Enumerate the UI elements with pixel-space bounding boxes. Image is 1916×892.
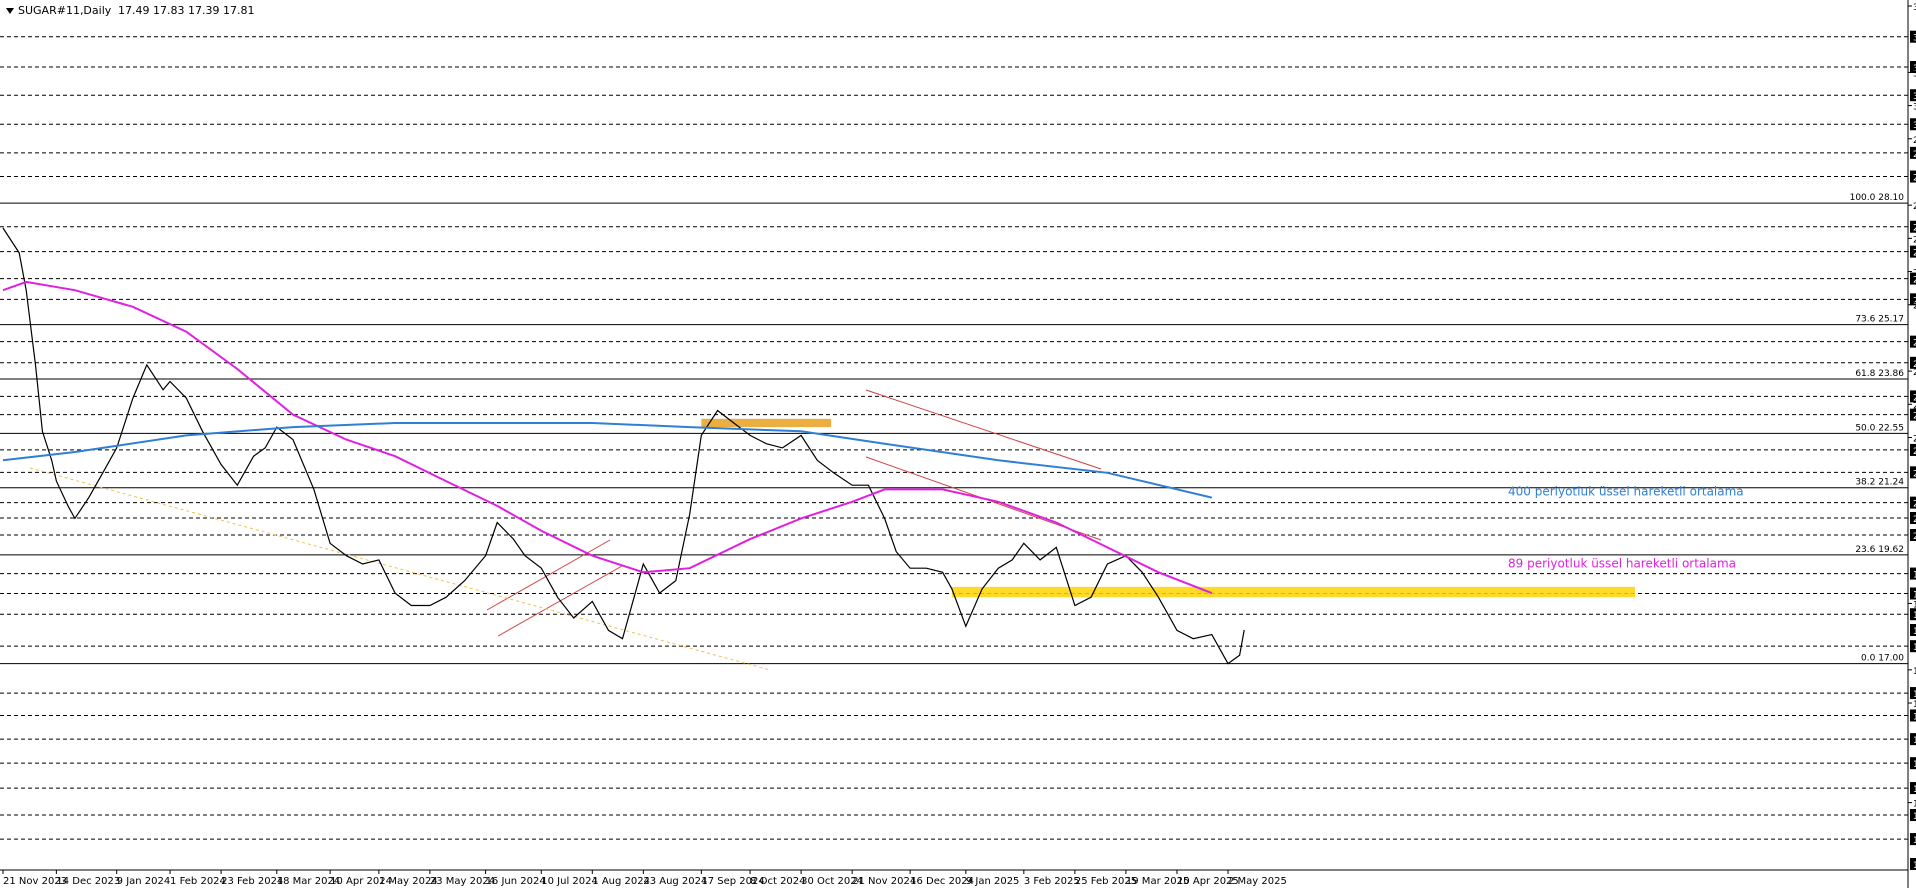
time-tick-label: 23 Aug 2024 <box>643 876 707 887</box>
time-tick-label: 1 May 2024 <box>379 876 438 887</box>
fib-level-label: 61.8 23.86 <box>1855 369 1904 379</box>
time-tick-label: 21 Nov 2024 <box>852 876 916 887</box>
support-zone <box>951 586 1635 598</box>
fib-level-label: 23.6 19.62 <box>1855 545 1904 555</box>
ema-89-label: 89 periyotluk üssel hareketli ortalama <box>1508 556 1736 570</box>
time-tick-label: 1 Aug 2024 <box>592 876 650 887</box>
time-tick-label: 3 Feb 2025 <box>1024 876 1080 887</box>
price-chart[interactable]: SUGAR#11,Daily 17.49 17.83 17.39 17.81 1… <box>0 0 1916 888</box>
time-tick-label: 8 Oct 2024 <box>750 876 805 887</box>
fib-level-label: 73.6 25.17 <box>1855 315 1904 325</box>
ohlc-values: 17.49 17.83 17.39 17.81 <box>118 4 254 17</box>
fib-level-label: 38.2 21.24 <box>1855 478 1904 488</box>
chart-header: SUGAR#11,Daily 17.49 17.83 17.39 17.81 <box>6 4 254 17</box>
time-tick-label: 14 Dec 2023 <box>56 876 120 887</box>
time-tick-label: 2 May 2025 <box>1228 876 1287 887</box>
time-tick-label: 1 Feb 2024 <box>170 876 226 887</box>
time-tick-label: 16 Jun 2024 <box>486 876 546 887</box>
chart-background <box>0 0 1916 888</box>
time-tick-label: 23 Feb 2024 <box>221 876 283 887</box>
symbol-label: SUGAR#11,Daily <box>18 4 112 17</box>
time-tick-label: 10 Jul 2024 <box>541 876 598 887</box>
time-tick-label: 16 Dec 2024 <box>910 876 974 887</box>
time-tick-label: 9 Jan 2025 <box>966 876 1020 887</box>
orange-zone <box>701 418 832 428</box>
fib-level-label: 100.0 28.10 <box>1850 193 1905 203</box>
ema-400-label: 400 periyotluk üssel hareketli ortalama <box>1508 485 1744 499</box>
fib-level-label: 50.0 22.55 <box>1855 423 1904 433</box>
chart-window: SUGAR#11,Daily 17.49 17.83 17.39 17.81 1… <box>0 0 1916 888</box>
fib-level-label: 0.0 17.00 <box>1861 654 1904 664</box>
time-tick-label: 9 Jan 2024 <box>117 876 171 887</box>
